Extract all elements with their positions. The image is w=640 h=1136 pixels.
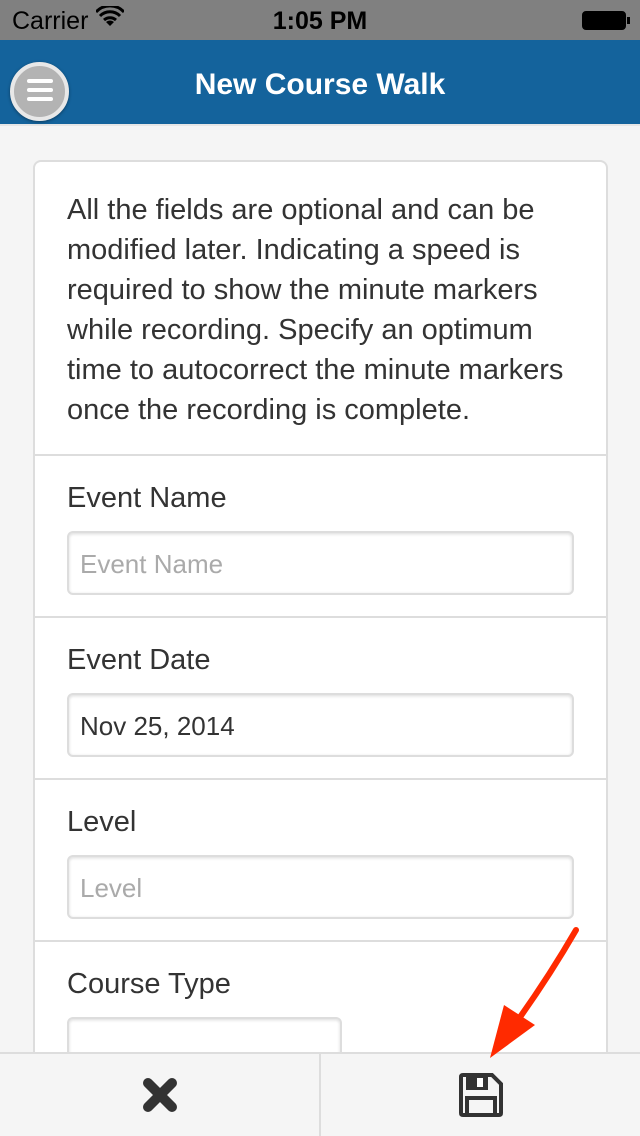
floppy-disk-icon <box>458 1073 503 1117</box>
status-bar: Carrier 1:05 PM <box>0 0 640 40</box>
cancel-button[interactable] <box>0 1054 321 1136</box>
nav-header: New Course Walk <box>0 40 640 126</box>
annotation-arrow <box>490 927 579 1058</box>
field-label: Level <box>67 806 137 838</box>
battery-icon <box>582 11 630 30</box>
page-title: New Course Walk <box>194 68 446 101</box>
clock: 1:05 PM <box>272 7 368 35</box>
level-input[interactable]: Level <box>67 855 574 919</box>
field-label: Event Name <box>67 482 227 514</box>
close-icon <box>142 1078 177 1112</box>
level-field: Level Level <box>35 780 606 942</box>
event-date-field: Event Date Nov 25, 2014 <box>35 618 606 780</box>
field-label: Event Date <box>67 644 211 676</box>
event-date-input[interactable]: Nov 25, 2014 <box>67 693 574 757</box>
event-name-input[interactable]: Event Name <box>67 531 574 595</box>
intro-text: All the fields are optional and can be m… <box>35 162 606 456</box>
save-button[interactable] <box>321 1054 640 1136</box>
event-name-field: Event Name Event Name <box>35 456 606 618</box>
